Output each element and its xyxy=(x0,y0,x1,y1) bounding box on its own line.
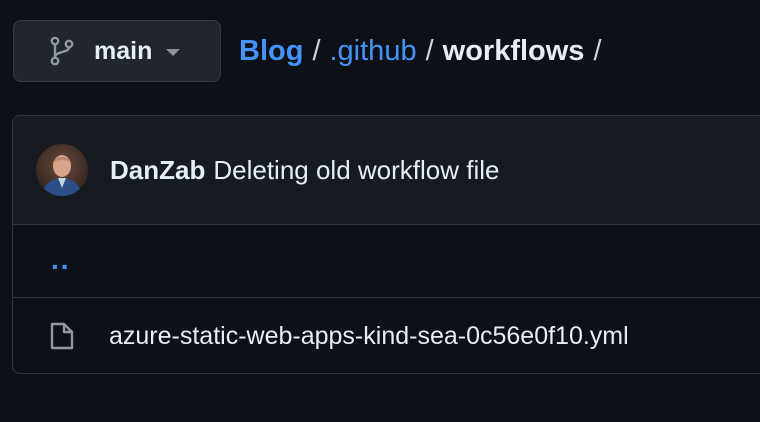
git-branch-icon xyxy=(48,35,76,67)
parent-directory-row[interactable]: .. xyxy=(13,225,760,298)
parent-directory-link[interactable]: .. xyxy=(51,244,71,276)
breadcrumb-separator: / xyxy=(425,34,434,67)
breadcrumb-separator: / xyxy=(312,34,321,67)
breadcrumb-repo-link[interactable]: Blog xyxy=(239,35,303,68)
repo-header: main Blog / .github / workflows / xyxy=(13,20,611,82)
list-item[interactable]: azure-static-web-apps-kind-sea-0c56e0f10… xyxy=(13,298,760,373)
branch-selector-button[interactable]: main xyxy=(13,20,221,82)
file-name-link[interactable]: azure-static-web-apps-kind-sea-0c56e0f10… xyxy=(109,322,629,351)
chevron-down-icon xyxy=(166,49,181,56)
breadcrumb-separator: / xyxy=(593,34,602,67)
avatar[interactable] xyxy=(36,144,88,196)
file-icon xyxy=(49,321,75,351)
commit-message-link[interactable]: Deleting old workflow file xyxy=(213,155,499,186)
breadcrumb-folder-link[interactable]: .github xyxy=(330,35,417,68)
breadcrumb: Blog / .github / workflows / xyxy=(239,35,611,68)
latest-commit-row: DanZab Deleting old workflow file xyxy=(13,116,760,225)
breadcrumb-current: workflows xyxy=(442,34,585,67)
commit-author-link[interactable]: DanZab xyxy=(110,155,205,186)
file-browser-panel: DanZab Deleting old workflow file .. azu… xyxy=(12,115,760,374)
branch-name: main xyxy=(94,36,153,65)
